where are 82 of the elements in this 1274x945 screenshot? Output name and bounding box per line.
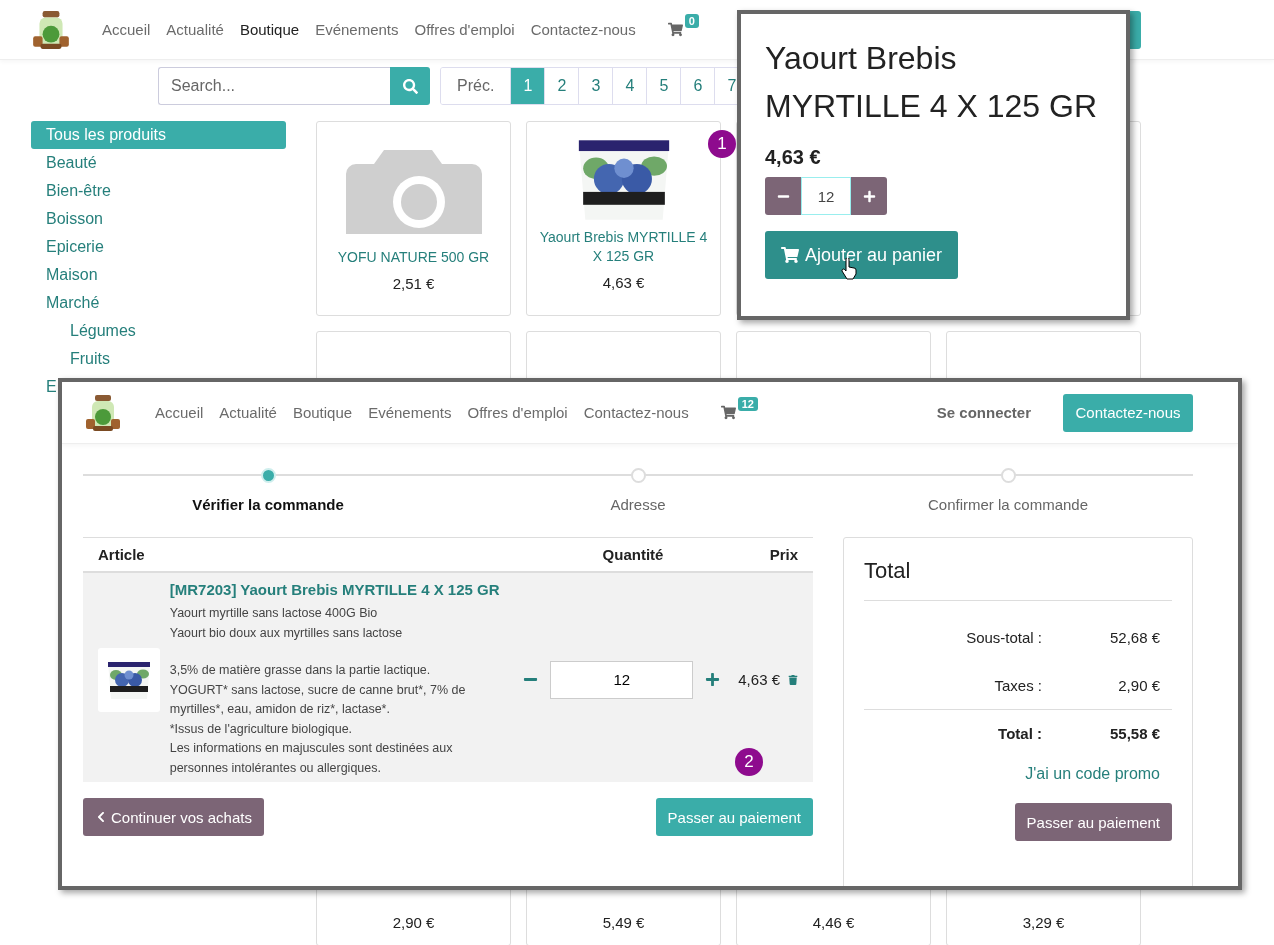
- product-price: 5,49 €: [602, 914, 645, 931]
- step-label: Adresse: [610, 496, 666, 513]
- product-price: 2,90 €: [392, 914, 435, 931]
- step-label: Confirmer la commande: [927, 496, 1089, 513]
- nav-link[interactable]: Evénements: [315, 21, 399, 38]
- product-description: Yaourt myrtille sans lactose 400G Bio: [169, 605, 379, 622]
- product-price: 4,46 €: [812, 914, 855, 931]
- product-price: 4,63 €: [602, 274, 645, 291]
- checkout-button[interactable]: Passer au paiement: [655, 798, 813, 836]
- nav-link[interactable]: Accueil: [155, 404, 204, 421]
- nav-link[interactable]: Accueil: [102, 21, 151, 38]
- step-label: Vérifier la commande: [192, 496, 344, 513]
- plus-icon: [862, 189, 876, 203]
- product-title: Yaourt Brebis MYRTILLE 4 X 125 GR: [765, 39, 1098, 126]
- product-description: YOGURT* sans lactose, sucre de canne brut*, 7% de myrtilles*, eau, amidon de riz*, lactase*.: [169, 681, 467, 718]
- decrease-button[interactable]: [765, 177, 801, 215]
- category-link[interactable]: Légumes: [31, 317, 138, 345]
- category-link[interactable]: Tous les produits: [31, 121, 286, 149]
- increase-button[interactable]: [705, 672, 721, 687]
- nav-link[interactable]: Contactez-nous: [583, 404, 689, 421]
- category-link[interactable]: Marché: [31, 289, 102, 317]
- total-label: Sous-total :: [965, 628, 1042, 646]
- nav-link[interactable]: Evénements: [368, 404, 452, 421]
- nav-link[interactable]: Offres d'emploi: [467, 404, 568, 421]
- category-link[interactable]: Epicerie: [31, 233, 106, 261]
- jar-logo[interactable]: [83, 392, 123, 433]
- nav-link[interactable]: Boutique: [292, 404, 353, 421]
- cart-icon[interactable]: [720, 405, 736, 420]
- product-description: 3,5% de matière grasse dans la partie lactique.: [169, 662, 432, 679]
- category-link[interactable]: Fruits: [31, 345, 112, 373]
- category-link[interactable]: Bien-être: [31, 177, 113, 205]
- product-description: Les informations en majuscules sont destinées aux personnes intolérantes ou allergiques.: [169, 740, 454, 777]
- column-header: Quantité: [601, 546, 665, 563]
- jar-logo[interactable]: [30, 8, 72, 51]
- total-label: Total :: [997, 725, 1042, 742]
- login-link[interactable]: Se connecter: [936, 404, 1031, 421]
- cart-icon[interactable]: [667, 22, 683, 37]
- cart-icon: [781, 246, 799, 264]
- increase-button[interactable]: [851, 177, 887, 215]
- category-link[interactable]: E: [31, 373, 59, 401]
- nav-link[interactable]: Actualité: [219, 404, 277, 421]
- add-to-cart-button[interactable]: Ajouter au panier: [765, 231, 959, 279]
- product-price: 2,51 €: [392, 275, 435, 292]
- product-name[interactable]: YOFU NATURE 500 GR: [337, 248, 490, 267]
- column-header: Article: [98, 546, 146, 563]
- nav-link[interactable]: Boutique: [239, 21, 300, 38]
- cart-count: 12: [737, 397, 758, 411]
- plus-icon: [705, 672, 721, 687]
- line-price: 4,63 €: [738, 671, 780, 688]
- step-number-badge: 1: [708, 130, 736, 158]
- quantity-field[interactable]: 12: [801, 177, 851, 215]
- column-header: Prix: [768, 546, 798, 563]
- product-price: 4,63 €: [765, 146, 822, 169]
- continue-shopping-button[interactable]: Continuer vos achats: [83, 798, 264, 836]
- page-link[interactable]: 1: [510, 68, 545, 104]
- total-value: 52,68 €: [1108, 628, 1161, 646]
- product-description: *Issus de l'agriculture biologique.: [169, 720, 354, 738]
- nav-link[interactable]: Contactez-nous: [530, 21, 636, 38]
- product-price: 3,29 €: [1022, 914, 1065, 931]
- search-button[interactable]: [390, 67, 430, 105]
- promo-code-link[interactable]: J'ai un code promo: [864, 765, 1172, 783]
- product-description: Yaourt bio doux aux myrtilles sans lactose: [169, 624, 404, 642]
- category-link[interactable]: Maison: [31, 261, 100, 289]
- cart-count: 0: [684, 14, 699, 28]
- total-label: Taxes :: [993, 676, 1042, 694]
- product-name[interactable]: Yaourt Brebis MYRTILLE 4 X 125 GR: [537, 228, 710, 266]
- category-link[interactable]: Boisson: [31, 205, 105, 233]
- checkout-button[interactable]: Passer au paiement: [1014, 803, 1172, 841]
- chevron-left-icon: [95, 811, 107, 823]
- trash-icon[interactable]: [788, 674, 798, 685]
- product-link[interactable]: [MR7203] Yaourt Brebis MYRTILLE 4 X 125 GR: [169, 581, 508, 598]
- search-icon: [402, 78, 418, 94]
- nav-link[interactable]: Offres d'emploi: [414, 21, 515, 38]
- nav-link[interactable]: Actualité: [166, 21, 224, 38]
- category-link[interactable]: Beauté: [31, 149, 99, 177]
- total-value: 2,90 €: [1117, 676, 1161, 694]
- total-value: 55,58 €: [1108, 725, 1161, 742]
- product-card[interactable]: YOFU NATURE 500 GR 2,51 €: [316, 121, 511, 316]
- contact-button[interactable]: Contactez-nous: [1063, 393, 1193, 432]
- totals-title: Total: [864, 558, 1172, 601]
- quantity-field[interactable]: 12: [550, 660, 694, 699]
- search-field[interactable]: Search...: [158, 67, 390, 105]
